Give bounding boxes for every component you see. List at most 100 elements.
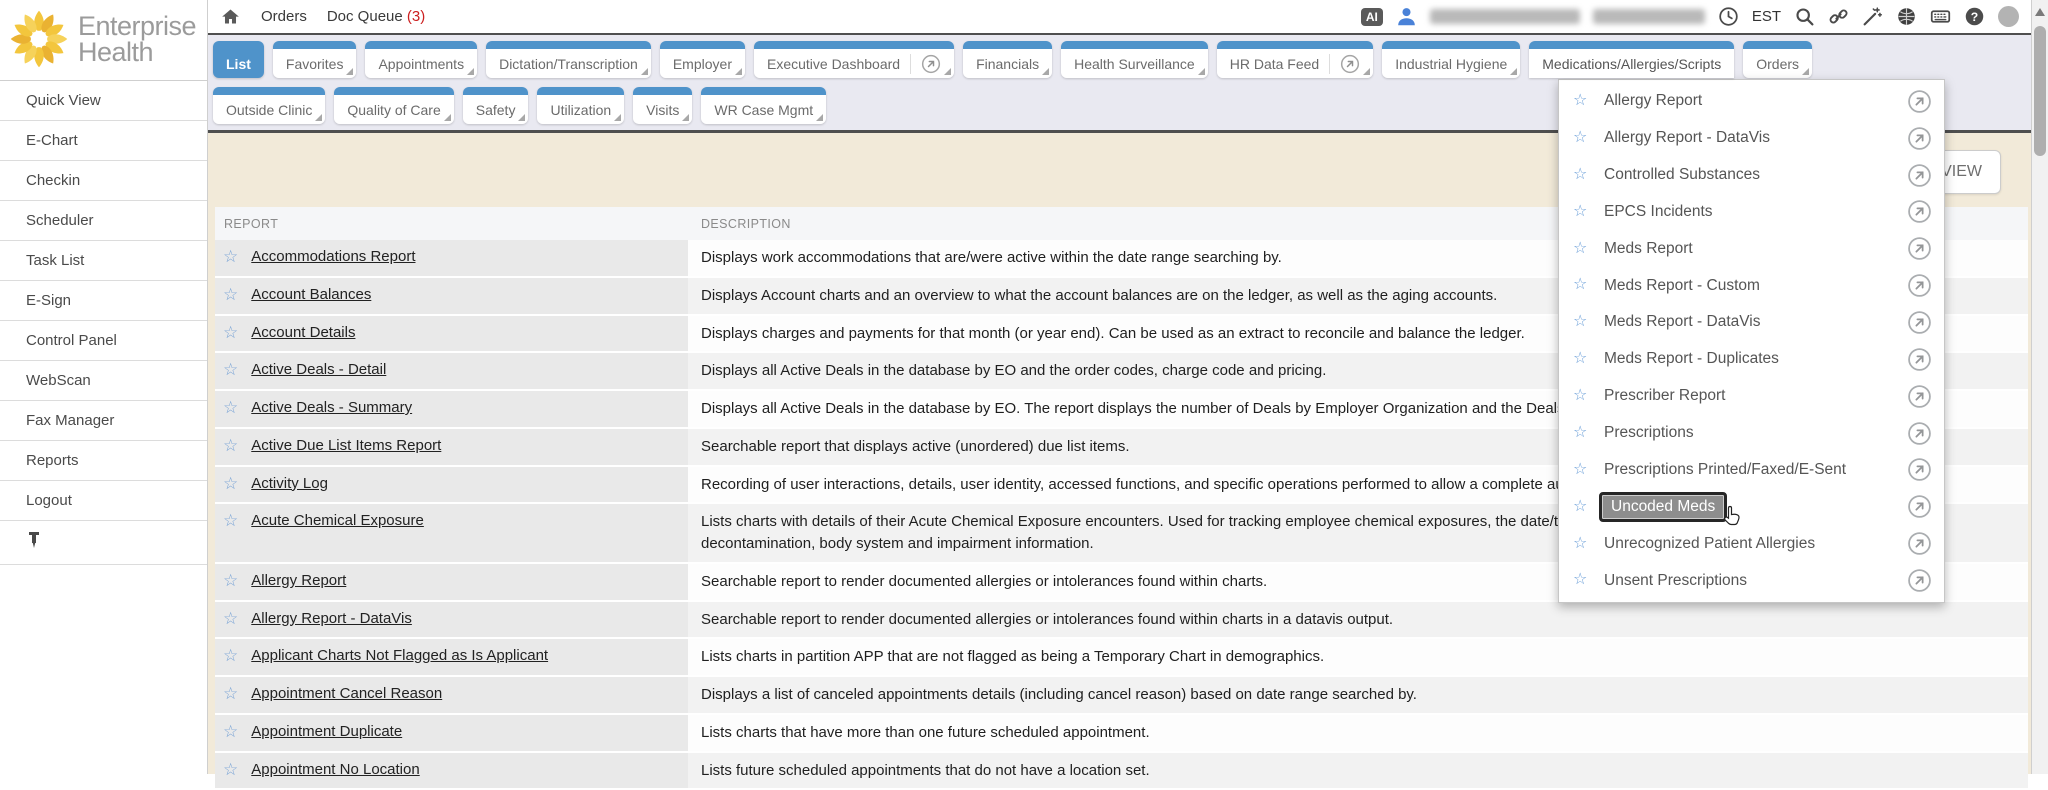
menu-item-meds-report-duplicates[interactable]: ☆ Meds Report - Duplicates	[1559, 341, 1944, 378]
open-report-icon[interactable]	[1907, 199, 1932, 224]
menu-item-unrecognized-patient-allergies[interactable]: ☆ Unrecognized Patient Allergies	[1559, 525, 1944, 562]
report-link[interactable]: Acute Chemical Exposure	[251, 511, 424, 529]
sidebar-item-e-sign[interactable]: E-Sign	[0, 281, 207, 321]
favorite-star-icon[interactable]: ☆	[1573, 92, 1595, 110]
help-icon[interactable]: ?	[1964, 6, 1985, 27]
tab-utilization[interactable]: Utilization	[537, 87, 624, 124]
favorite-star-icon[interactable]: ☆	[1573, 129, 1595, 147]
tab-favorites[interactable]: Favorites	[273, 41, 357, 78]
search-icon[interactable]	[1794, 6, 1815, 27]
menu-item-prescriptions[interactable]: ☆ Prescriptions	[1559, 415, 1944, 452]
open-report-icon[interactable]	[1907, 384, 1932, 409]
favorite-star-icon[interactable]: ☆	[1573, 313, 1595, 331]
sidebar-item-reports[interactable]: Reports	[0, 441, 207, 481]
globe-icon[interactable]	[1896, 6, 1917, 27]
menu-item-epcs-incidents[interactable]: ☆ EPCS Incidents	[1559, 194, 1944, 231]
open-report-icon[interactable]	[1907, 531, 1932, 556]
tab-dictation-transcription[interactable]: Dictation/Transcription	[486, 41, 651, 78]
sidebar-item-control-panel[interactable]: Control Panel	[0, 321, 207, 361]
scroll-up-arrow[interactable]	[2035, 8, 2045, 16]
tab-employer[interactable]: Employer	[660, 41, 745, 78]
favorite-star-icon[interactable]: ☆	[1573, 461, 1595, 479]
favorite-star-icon[interactable]: ☆	[223, 285, 238, 305]
sidebar-item-checkin[interactable]: Checkin	[0, 161, 207, 201]
favorite-star-icon[interactable]: ☆	[1573, 203, 1595, 221]
tab-external-link[interactable]	[910, 54, 941, 74]
user-icon[interactable]	[1396, 6, 1417, 27]
open-report-icon[interactable]	[1907, 457, 1932, 482]
sidebar-item-scheduler[interactable]: Scheduler	[0, 201, 207, 241]
tab-external-link[interactable]	[1329, 54, 1360, 74]
report-link[interactable]: Appointment No Location	[251, 760, 419, 778]
favorite-star-icon[interactable]: ☆	[223, 609, 238, 629]
magic-wand-icon[interactable]	[1862, 6, 1883, 27]
favorite-star-icon[interactable]: ☆	[223, 323, 238, 343]
tab-quality-of-care[interactable]: Quality of Care	[334, 87, 453, 124]
report-link[interactable]: Account Balances	[251, 285, 371, 303]
open-report-icon[interactable]	[1907, 568, 1932, 593]
avatar[interactable]	[1998, 6, 2019, 27]
open-report-icon[interactable]	[1907, 421, 1932, 446]
tab-health-surveillance[interactable]: Health Surveillance	[1061, 41, 1208, 78]
sidebar-item-quick-view[interactable]: Quick View	[0, 81, 207, 121]
favorite-star-icon[interactable]: ☆	[223, 722, 238, 742]
tab-appointments[interactable]: Appointments	[365, 41, 477, 78]
report-link[interactable]: Active Due List Items Report	[251, 436, 441, 454]
menu-item-unsent-prescriptions[interactable]: ☆ Unsent Prescriptions	[1559, 562, 1944, 599]
menu-item-meds-report[interactable]: ☆ Meds Report	[1559, 230, 1944, 267]
sidebar-item-logout[interactable]: Logout	[0, 481, 207, 521]
sidebar-item-task-list[interactable]: Task List	[0, 241, 207, 281]
report-link[interactable]: Allergy Report - DataVis	[251, 609, 412, 627]
menu-item-prescriptions-printed-faxed-e-sent[interactable]: ☆ Prescriptions Printed/Faxed/E-Sent	[1559, 451, 1944, 488]
favorite-star-icon[interactable]: ☆	[1573, 498, 1595, 516]
link-icon[interactable]	[1828, 6, 1849, 27]
open-report-icon[interactable]	[1907, 347, 1932, 372]
menu-item-controlled-substances[interactable]: ☆ Controlled Substances	[1559, 157, 1944, 194]
tab-industrial-hygiene[interactable]: Industrial Hygiene	[1382, 41, 1520, 78]
favorite-star-icon[interactable]: ☆	[1573, 387, 1595, 405]
favorite-star-icon[interactable]: ☆	[1573, 350, 1595, 368]
breadcrumb-orders[interactable]: Orders	[261, 8, 307, 25]
tab-safety[interactable]: Safety	[463, 87, 529, 124]
favorite-star-icon[interactable]: ☆	[1573, 166, 1595, 184]
open-report-icon[interactable]	[1907, 236, 1932, 261]
favorite-star-icon[interactable]: ☆	[1573, 424, 1595, 442]
menu-item-uncoded-meds[interactable]: ☆ Uncoded Meds	[1559, 488, 1944, 525]
favorite-star-icon[interactable]: ☆	[223, 646, 238, 666]
sidebar-item-e-chart[interactable]: E-Chart	[0, 121, 207, 161]
breadcrumb-doc-queue[interactable]: Doc Queue (3)	[327, 8, 425, 25]
favorite-star-icon[interactable]: ☆	[223, 398, 238, 418]
open-report-icon[interactable]	[1907, 89, 1932, 114]
open-report-icon[interactable]	[1907, 163, 1932, 188]
tab-financials[interactable]: Financials	[963, 41, 1052, 78]
menu-item-meds-report-datavis[interactable]: ☆ Meds Report - DataVis	[1559, 304, 1944, 341]
scrollbar-thumb[interactable]	[2034, 26, 2046, 156]
open-report-icon[interactable]	[1907, 310, 1932, 335]
sidebar-item-fax-manager[interactable]: Fax Manager	[0, 401, 207, 441]
favorite-star-icon[interactable]: ☆	[1573, 276, 1595, 294]
menu-item-allergy-report-datavis[interactable]: ☆ Allergy Report - DataVis	[1559, 120, 1944, 157]
open-report-icon[interactable]	[1907, 126, 1932, 151]
home-icon[interactable]	[220, 6, 241, 27]
tab-executive-dashboard[interactable]: Executive Dashboard	[754, 41, 954, 78]
favorite-star-icon[interactable]: ☆	[223, 760, 238, 780]
sidebar-item-webscan[interactable]: WebScan	[0, 361, 207, 401]
tab-visits[interactable]: Visits	[633, 87, 692, 124]
report-link[interactable]: Appointment Duplicate	[251, 722, 402, 740]
report-link[interactable]: Accommodations Report	[251, 247, 415, 265]
favorite-star-icon[interactable]: ☆	[223, 247, 238, 267]
tab-medications-allergies-scripts[interactable]: Medications/Allergies/Scripts	[1529, 41, 1734, 78]
favorite-star-icon[interactable]: ☆	[223, 571, 238, 591]
report-link[interactable]: Appointment Cancel Reason	[251, 684, 442, 702]
tab-wr-case-mgmt[interactable]: WR Case Mgmt	[701, 87, 826, 124]
tab-orders[interactable]: Orders	[1743, 41, 1812, 78]
favorite-star-icon[interactable]: ☆	[223, 511, 238, 531]
favorite-star-icon[interactable]: ☆	[1573, 535, 1595, 553]
open-report-icon[interactable]	[1907, 494, 1932, 519]
report-link[interactable]: Activity Log	[251, 474, 328, 492]
tab-list[interactable]: List	[213, 41, 264, 78]
ai-badge[interactable]: AI	[1361, 8, 1383, 26]
menu-item-allergy-report[interactable]: ☆ Allergy Report	[1559, 83, 1944, 120]
favorite-star-icon[interactable]: ☆	[223, 360, 238, 380]
report-link[interactable]: Applicant Charts Not Flagged as Is Appli…	[251, 646, 548, 664]
